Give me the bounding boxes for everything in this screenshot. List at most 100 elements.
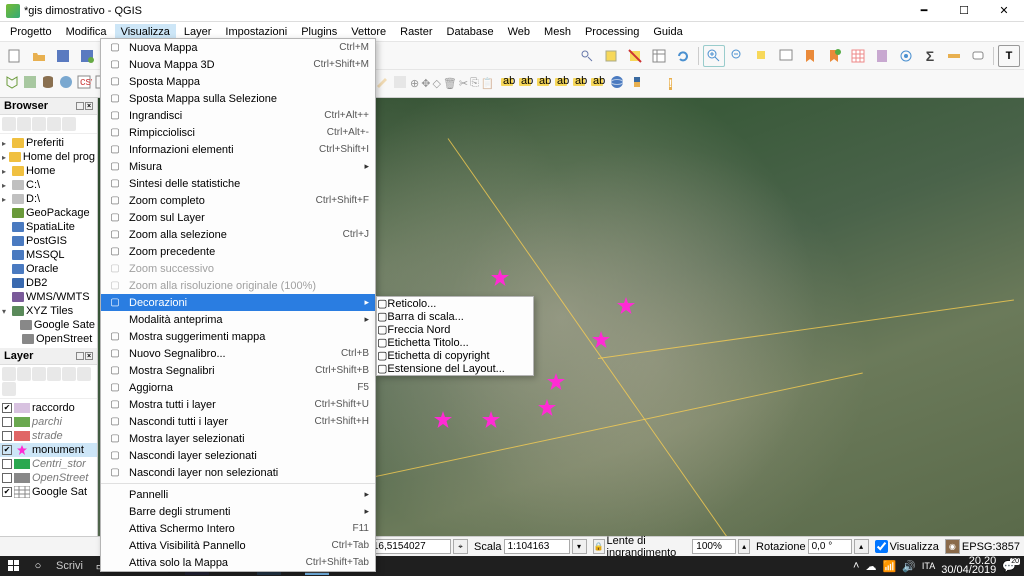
paste-button[interactable]: 📋 bbox=[481, 77, 495, 90]
map-marker[interactable] bbox=[617, 297, 635, 315]
label-tool-5[interactable]: abc bbox=[571, 74, 587, 93]
submenu-item-reticolo-[interactable]: ▢Reticolo... bbox=[377, 297, 533, 310]
submenu-item-etichetta-titolo-[interactable]: ▢Etichetta Titolo... bbox=[377, 336, 533, 349]
browser-item[interactable]: MSSQL bbox=[0, 248, 97, 262]
new-bookmark-button[interactable] bbox=[823, 45, 845, 67]
menu-item-zoom-completo[interactable]: ▢Zoom completoCtrl+Shift+F bbox=[101, 192, 375, 209]
panel-undock-icon[interactable] bbox=[76, 352, 84, 360]
minimize-button[interactable]: ━ bbox=[910, 4, 938, 17]
menu-item-zoom-successivo[interactable]: ▢Zoom successivo bbox=[101, 260, 375, 277]
tray-cloud-icon[interactable]: ☁ bbox=[865, 560, 876, 573]
maximize-button[interactable]: ☐ bbox=[950, 4, 978, 17]
move-feature-button[interactable]: ✥ bbox=[421, 77, 430, 90]
menu-item-zoom-sul-layer[interactable]: ▢Zoom sul Layer bbox=[101, 209, 375, 226]
menu-item-mostra-segnalibri[interactable]: ▢Mostra SegnalibriCtrl+Shift+B bbox=[101, 362, 375, 379]
menu-database[interactable]: Database bbox=[441, 24, 500, 40]
menu-item-attiva-visibilit-pannello[interactable]: Attiva Visibilità PannelloCtrl+Tab bbox=[101, 537, 375, 554]
refresh-button[interactable] bbox=[672, 45, 694, 67]
menu-processing[interactable]: Processing bbox=[579, 24, 645, 40]
layer-item[interactable]: ✔raccordo bbox=[0, 401, 97, 415]
add-wms-button[interactable] bbox=[58, 74, 74, 93]
notifications-icon[interactable]: 💬20 bbox=[1002, 560, 1016, 573]
copy-button[interactable]: ⎘ bbox=[470, 77, 479, 90]
cortana-icon[interactable]: ○ bbox=[26, 557, 50, 575]
menu-item-nuovo-segnalibro-[interactable]: ▢Nuovo Segnalibro...Ctrl+B bbox=[101, 345, 375, 362]
add-csv-button[interactable]: csv bbox=[76, 74, 92, 93]
text-annotation-button[interactable]: T bbox=[998, 45, 1020, 67]
layers-list[interactable]: ✔raccordoparchistrade✔monumentCentri_sto… bbox=[0, 399, 97, 501]
node-tool-button[interactable]: ◇ bbox=[432, 77, 440, 90]
browser-item[interactable]: GeoPackage bbox=[0, 206, 97, 220]
label-tool-2[interactable]: abc bbox=[517, 74, 533, 93]
calculator-button[interactable] bbox=[871, 45, 893, 67]
browser-item[interactable]: WMS/WMTS bbox=[0, 290, 97, 304]
panel-undock-icon[interactable] bbox=[76, 102, 84, 110]
ruler-button[interactable] bbox=[943, 45, 965, 67]
menu-item-mostra-layer-selezionati[interactable]: ▢Mostra layer selezionati bbox=[101, 430, 375, 447]
cut-button[interactable]: ✂ bbox=[459, 77, 468, 90]
menu-item-sposta-mappa-sulla-selezione[interactable]: ▢Sposta Mappa sulla Selezione bbox=[101, 90, 375, 107]
panel-close-icon[interactable]: × bbox=[85, 352, 93, 360]
submenu-item-etichetta-di-copyright[interactable]: ▢Etichetta di copyright bbox=[377, 349, 533, 362]
rotation-spinner-icon[interactable]: ▴ bbox=[854, 539, 869, 554]
table-button[interactable] bbox=[847, 45, 869, 67]
zoom-out-button[interactable] bbox=[727, 45, 749, 67]
map-marker[interactable] bbox=[482, 411, 500, 429]
save-as-button[interactable] bbox=[76, 45, 98, 67]
browser-item[interactable]: ▸C:\ bbox=[0, 178, 97, 192]
tips-button[interactable] bbox=[967, 45, 989, 67]
browser-item[interactable]: ▸Home del prog bbox=[0, 150, 97, 164]
menu-item-informazioni-elementi[interactable]: ▢Informazioni elementiCtrl+Shift+I bbox=[101, 141, 375, 158]
zoom-in-button[interactable] bbox=[703, 45, 725, 67]
map-marker[interactable] bbox=[592, 331, 610, 349]
map-marker[interactable] bbox=[434, 411, 452, 429]
map-marker[interactable] bbox=[547, 373, 565, 391]
select-button[interactable] bbox=[600, 45, 622, 67]
add-vector-button[interactable] bbox=[4, 74, 20, 93]
layers-remove-icon[interactable] bbox=[2, 382, 16, 396]
search-text[interactable]: Scrivi bbox=[50, 560, 89, 572]
python-console-button[interactable] bbox=[629, 74, 645, 93]
browser-tree[interactable]: ▸Preferiti▸Home del prog▸Home▸C:\▸D:\Geo… bbox=[0, 134, 97, 348]
lock-scale-icon[interactable]: 🔒 bbox=[593, 539, 605, 554]
submenu-item-freccia-nord[interactable]: ▢Freccia Nord bbox=[377, 323, 533, 336]
menu-item-attiva-schermo-intero[interactable]: Attiva Schermo InteroF11 bbox=[101, 520, 375, 537]
browser-item[interactable]: Google Sate bbox=[0, 318, 97, 332]
menu-raster[interactable]: Raster bbox=[394, 24, 438, 40]
new-project-button[interactable] bbox=[4, 45, 26, 67]
browser-props-icon[interactable] bbox=[47, 117, 61, 131]
menu-item-barre-degli-strumenti[interactable]: Barre degli strumenti▸ bbox=[101, 503, 375, 520]
edit-toggle-button[interactable] bbox=[374, 74, 390, 93]
map-marker[interactable] bbox=[491, 269, 509, 287]
label-tool-4[interactable]: abc bbox=[553, 74, 569, 93]
label-tool-6[interactable]: abc bbox=[589, 74, 605, 93]
open-project-button[interactable] bbox=[28, 45, 50, 67]
layer-item[interactable]: ✔Google Sat bbox=[0, 485, 97, 499]
layers-style-icon[interactable] bbox=[2, 367, 16, 381]
menu-item-nuova-mappa[interactable]: ▢Nuova MappaCtrl+M bbox=[101, 39, 375, 56]
panel-close-icon[interactable]: × bbox=[85, 102, 93, 110]
browser-collapse-icon[interactable] bbox=[32, 117, 46, 131]
identify-button[interactable] bbox=[576, 45, 598, 67]
browser-item[interactable]: SpatiaLite bbox=[0, 220, 97, 234]
menu-item-zoom-alla-selezione[interactable]: ▢Zoom alla selezioneCtrl+J bbox=[101, 226, 375, 243]
menu-item-nuova-mappa-3d[interactable]: ▢Nuova Mappa 3DCtrl+Shift+M bbox=[101, 56, 375, 73]
menu-item-decorazioni[interactable]: ▢Decorazioni▸ bbox=[101, 294, 375, 311]
browser-refresh-icon[interactable] bbox=[2, 117, 16, 131]
layers-collapse-icon[interactable] bbox=[77, 367, 91, 381]
plugin-globe-button[interactable] bbox=[609, 74, 625, 93]
menu-item-pannelli[interactable]: Pannelli▸ bbox=[101, 486, 375, 503]
zoom-selection-dropdown[interactable] bbox=[751, 45, 773, 67]
tray-wifi-icon[interactable]: 📶 bbox=[882, 560, 896, 573]
label-tool-3[interactable]: abc bbox=[535, 74, 551, 93]
menu-item-mostra-tutti-i-layer[interactable]: ▢Mostra tutti i layerCtrl+Shift+U bbox=[101, 396, 375, 413]
sigma-button[interactable]: Σ bbox=[919, 45, 941, 67]
browser-item[interactable]: Oracle bbox=[0, 262, 97, 276]
menu-item-misura[interactable]: ▢Misura▸ bbox=[101, 158, 375, 175]
menu-item-sposta-mappa[interactable]: ▢Sposta Mappa bbox=[101, 73, 375, 90]
browser-item[interactable]: ▸D:\ bbox=[0, 192, 97, 206]
browser-item[interactable]: OpenStreet bbox=[0, 332, 97, 346]
menu-web[interactable]: Web bbox=[502, 24, 536, 40]
layer-item[interactable]: OpenStreet bbox=[0, 471, 97, 485]
menu-item-nascondi-tutti-i-layer[interactable]: ▢Nascondi tutti i layerCtrl+Shift+H bbox=[101, 413, 375, 430]
